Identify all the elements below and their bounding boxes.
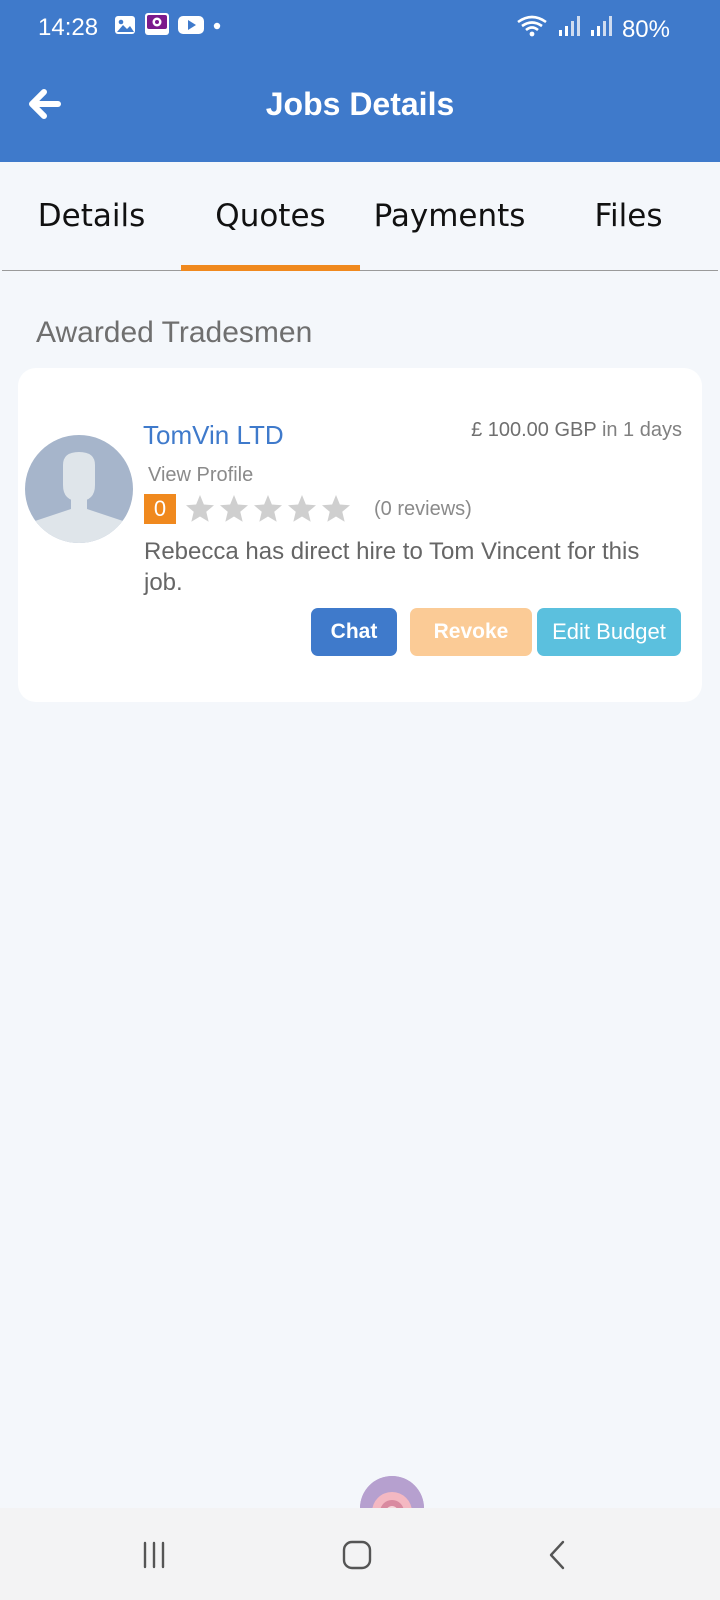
system-nav-bar [0,1508,720,1600]
signal-icon-2 [590,15,612,44]
home-button[interactable] [327,1530,387,1580]
notification-icons [114,12,222,43]
star-rating [184,493,352,525]
dot-icon [212,18,222,36]
tab-bar: Details Quotes Payments Files [2,162,718,271]
star-icon [186,495,214,522]
status-right: 80% [516,14,670,45]
star-icon [254,495,282,522]
signal-icon [558,15,580,44]
chevron-left-icon [549,1540,565,1570]
status-time: 14:28 [38,14,99,41]
star-icon [322,495,350,522]
page-title: Jobs Details [265,86,455,122]
section-title: Awarded Tradesmen [36,316,313,349]
chat-button[interactable]: Chat [311,608,397,656]
app-notification-icon [144,12,170,43]
nav-back-button[interactable] [528,1530,588,1580]
tradesman-card: TomVin LTD £ 100.00 GBP in 1 days View P… [18,368,702,702]
duration: in 1 days [601,419,682,441]
view-profile-link[interactable]: View Profile [148,464,253,487]
home-icon [342,1540,372,1570]
hire-note: Rebecca has direct hire to Tom Vincent f… [144,538,640,596]
gallery-icon [114,14,136,41]
star-icon [220,495,248,522]
star-icon [288,495,316,522]
app-header: 14:28 80% Jobs Details [0,0,720,162]
quote-price: £ 100.00 GBP in 1 days [471,419,682,442]
price-amount: £ 100.00 GBP [471,419,597,441]
battery-level: 80% [621,15,670,43]
rating-badge: 0 [144,494,176,524]
edit-budget-button[interactable]: Edit Budget [537,608,681,656]
tab-payments[interactable]: Payments [360,162,539,270]
youtube-icon [178,15,204,40]
wifi-icon [516,14,548,45]
rating-row: 0 (0 reviews) [144,492,472,526]
tab-details[interactable]: Details [2,162,181,270]
avatar [25,435,133,543]
review-count: (0 reviews) [374,497,472,520]
tradesman-name[interactable]: TomVin LTD [143,420,284,451]
tab-quotes[interactable]: Quotes [181,162,360,271]
revoke-button[interactable]: Revoke [410,608,532,656]
recents-icon [143,1541,165,1569]
user-placeholder-icon [25,452,133,543]
recents-button[interactable] [124,1530,184,1580]
tab-files[interactable]: Files [539,162,718,270]
